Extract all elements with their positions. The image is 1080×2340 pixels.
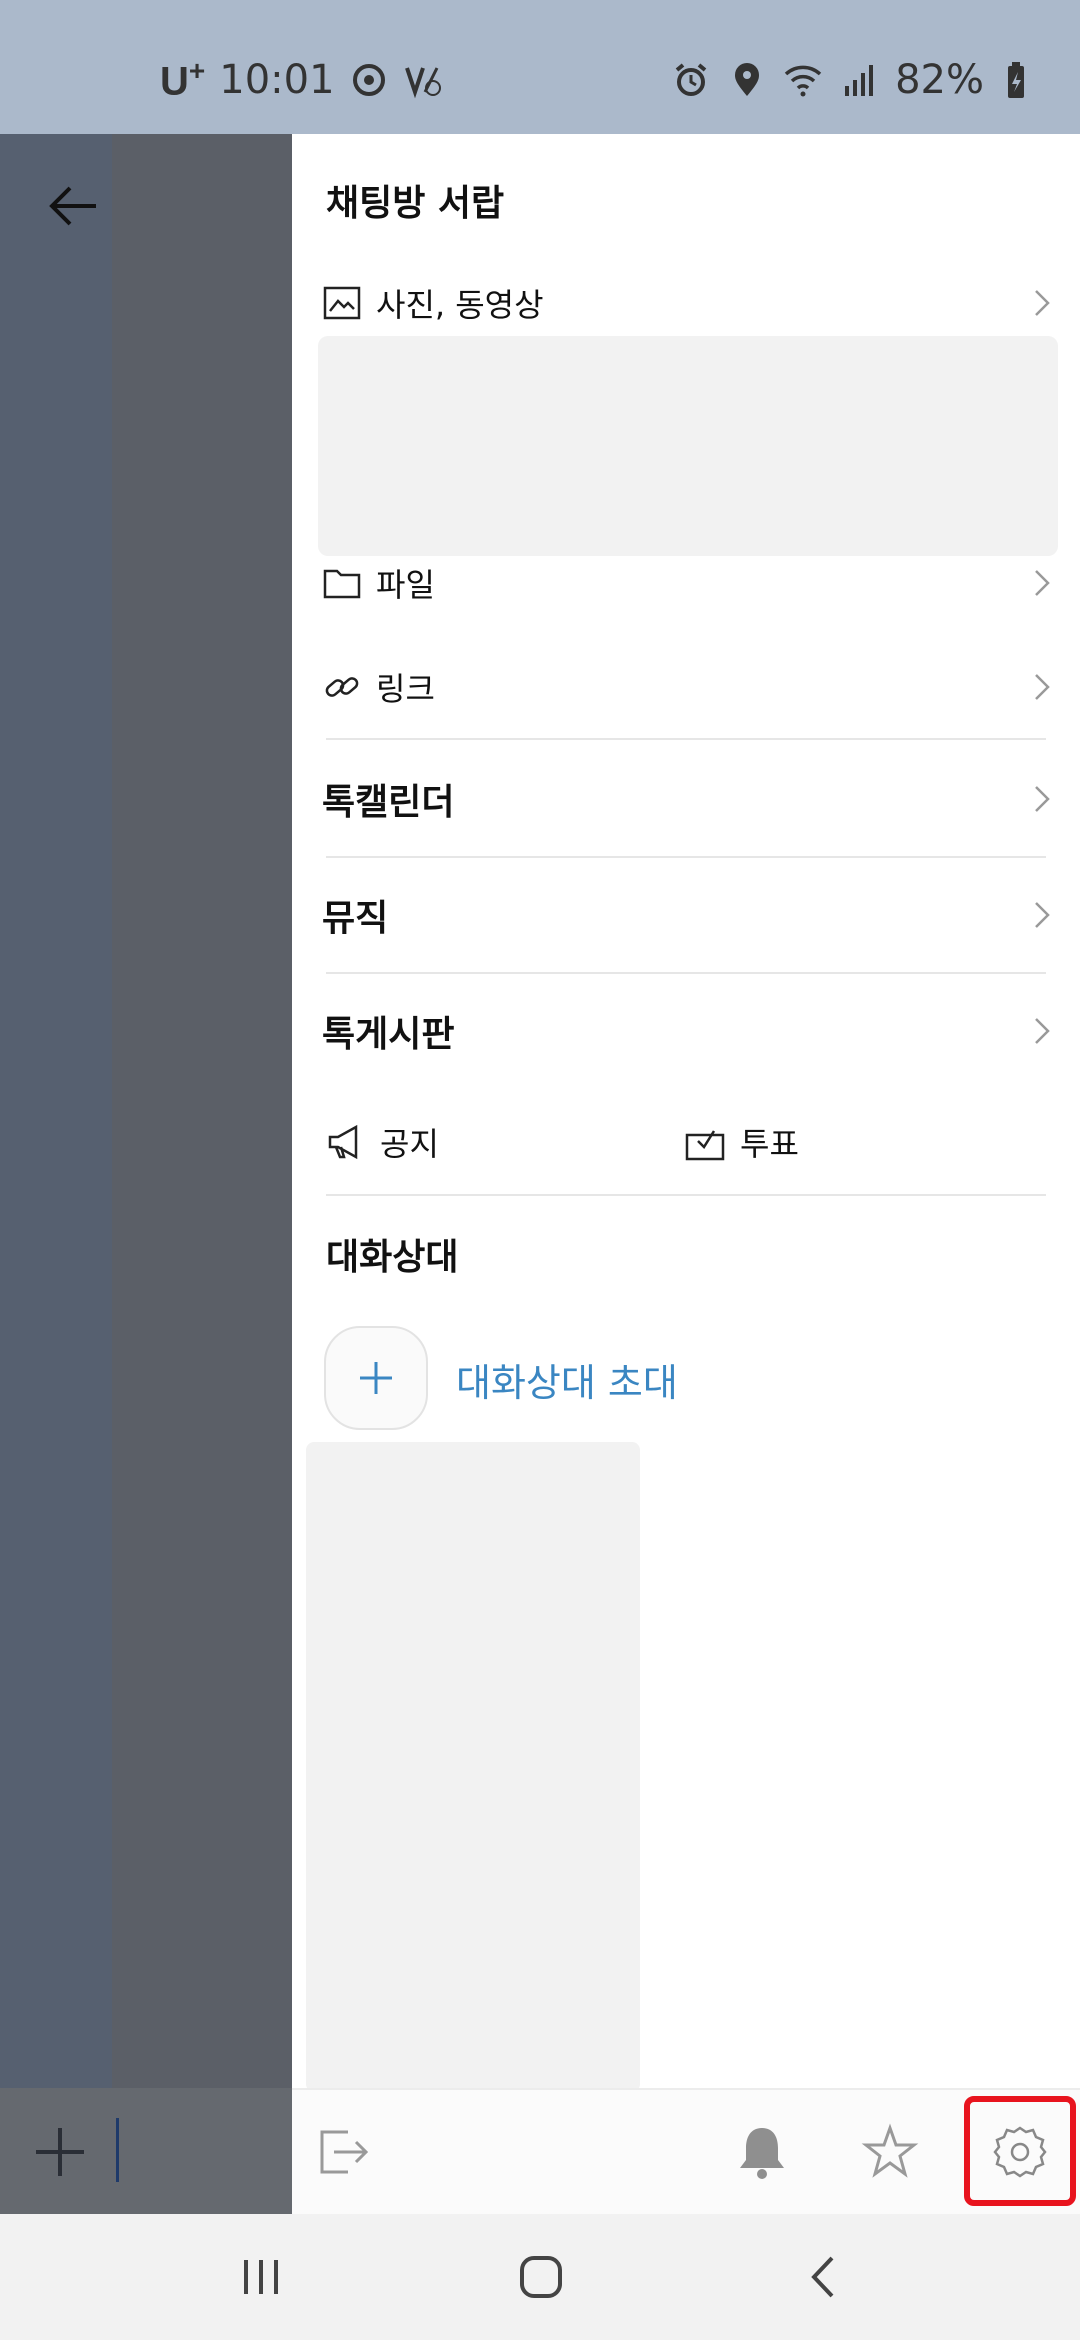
bell-icon[interactable] (732, 2122, 792, 2182)
divider (326, 738, 1046, 740)
divider (326, 1194, 1046, 1196)
drawer-item-calendar[interactable]: 톡캘린더 (322, 764, 1054, 834)
drawer-item-board[interactable]: 톡게시판 (322, 996, 1054, 1066)
image-icon (323, 286, 361, 320)
board-label: 톡게시판 (322, 1014, 455, 1055)
attach-plus-icon[interactable] (30, 2122, 90, 2182)
battery-icon (1008, 62, 1024, 98)
drawer-item-notice[interactable]: 공지 (324, 1112, 439, 1172)
megaphone-icon (328, 1124, 358, 1160)
battery-percent: 82% (895, 57, 984, 103)
invite-member-button[interactable] (324, 1326, 428, 1430)
status-bar-left: U+ 10:01 (160, 52, 443, 108)
back-arrow-icon[interactable] (44, 176, 104, 236)
calendar-label: 톡캘린더 (322, 782, 455, 823)
signal-icon (845, 65, 874, 96)
star-icon[interactable] (860, 2122, 920, 2182)
invite-member-label[interactable]: 대화상대 초대 (456, 1352, 678, 1407)
home-icon[interactable] (508, 2244, 574, 2310)
chevron-right-icon (1035, 786, 1050, 812)
alarm-icon (675, 63, 707, 96)
link-icon (325, 677, 359, 697)
recent-apps-icon[interactable] (228, 2244, 294, 2310)
status-bar: U+ 10:01 82% (0, 0, 1080, 134)
member-list-area[interactable] (306, 1442, 640, 2092)
divider (326, 972, 1046, 974)
vote-label: 투표 (740, 1125, 799, 1163)
drawer-item-file[interactable]: 파일 (322, 548, 1054, 618)
settings-highlight-box (964, 2096, 1076, 2206)
leave-chat-icon[interactable] (314, 2122, 374, 2182)
notice-label: 공지 (380, 1125, 439, 1163)
chat-input-caret[interactable] (116, 2118, 119, 2182)
drawer-item-vote[interactable]: 투표 (684, 1112, 799, 1172)
volte-icon (404, 67, 441, 99)
system-navigation-bar (0, 2214, 1080, 2340)
location-icon (735, 63, 760, 96)
drawer-item-media[interactable]: 사진, 동영상 (322, 268, 1054, 338)
status-bar-right: 82% (671, 52, 1040, 108)
sync-icon (352, 64, 385, 96)
ballot-box-icon (685, 1130, 725, 1161)
back-icon[interactable] (790, 2244, 856, 2310)
media-label: 사진, 동영상 (376, 286, 544, 324)
divider (326, 856, 1046, 858)
drawer-item-music[interactable]: 뮤직 (322, 880, 1054, 950)
music-label: 뮤직 (322, 898, 389, 939)
status-time: 10:01 (219, 57, 335, 103)
folder-icon (323, 569, 361, 599)
chat-room-overlay[interactable] (0, 134, 292, 2214)
link-label: 링크 (376, 670, 435, 708)
chevron-right-icon (1035, 290, 1050, 316)
wifi-icon (784, 65, 822, 97)
media-preview-area[interactable] (318, 336, 1058, 556)
chevron-right-icon (1035, 674, 1050, 700)
chevron-right-icon (1035, 902, 1050, 928)
drawer-title: 채팅방 서랍 (326, 183, 505, 224)
chat-overlay-column (112, 134, 292, 2214)
carrier-label: U+ (160, 55, 206, 104)
drawer-item-link[interactable]: 링크 (322, 652, 1054, 722)
chevron-right-icon (1035, 1018, 1050, 1044)
members-section-title: 대화상대 (326, 1237, 459, 1278)
chat-drawer: 채팅방 서랍 사진, 동영상 파일 링크 톡캘린더 뮤직 톡게시판 공지 투표 … (292, 134, 1080, 2214)
chevron-right-icon (1035, 570, 1050, 596)
drawer-footer (292, 2088, 1080, 2214)
plus-icon (360, 1362, 392, 1394)
file-label: 파일 (376, 566, 435, 604)
